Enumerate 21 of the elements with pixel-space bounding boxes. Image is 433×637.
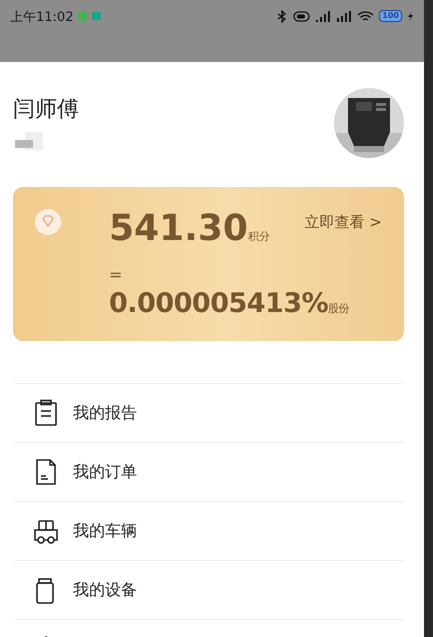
redacted-mark — [13, 132, 43, 150]
menu-item[interactable]: 我的报告 — [73, 402, 137, 424]
menu-item[interactable]: 我的订单 — [73, 462, 137, 482]
signal-icon — [336, 10, 352, 23]
share-value: 0.000005413%股份 — [109, 287, 350, 321]
menu-item[interactable]: 我的车辆 — [73, 520, 137, 542]
bluetooth-icon — [276, 10, 288, 23]
clipboard-icon — [33, 399, 59, 427]
view-now-link[interactable]: 立即查看 > — [304, 213, 382, 232]
menu-item[interactable]: 我的设备 — [73, 580, 137, 600]
document-icon — [33, 458, 59, 486]
equals-sign: = — [109, 264, 122, 286]
battery-indicator: 100 — [379, 10, 402, 22]
status-time: 上午11:02 — [10, 9, 74, 26]
signal-icon — [315, 10, 332, 23]
charging-icon — [407, 10, 414, 23]
ring-icon — [293, 10, 310, 23]
user-name: 闫师傅 — [13, 96, 79, 124]
points-value: 541.30积分 — [109, 209, 270, 251]
wifi-icon — [357, 10, 374, 23]
car-icon — [33, 517, 59, 545]
